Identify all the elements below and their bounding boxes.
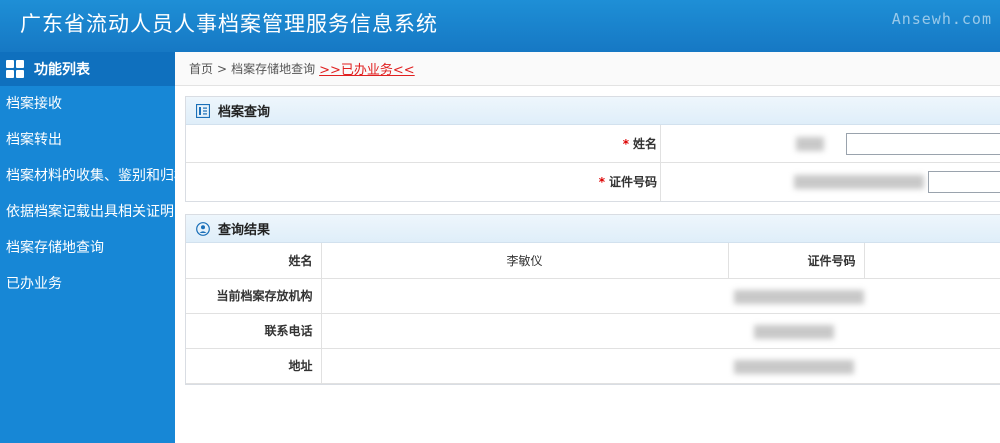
redacted-org <box>733 289 864 304</box>
breadcrumb-current-link[interactable]: >>已办业务<< <box>319 59 415 78</box>
sidebar: 功能列表 档案接收 档案转出 档案材料的收集、鉴别和归档 依据档案记载出具相关证… <box>0 52 175 443</box>
name-row: * 姓名 <box>186 125 1000 163</box>
id-row: * 证件号码 <box>186 163 1000 201</box>
result-panel-header: 查询结果 <box>186 215 1000 243</box>
result-org-label: 当前档案存放机构 <box>186 278 322 314</box>
table-row: 姓名 李敏仪 证件号码 <box>186 243 1000 279</box>
query-panel-header: 档案查询 <box>186 97 1000 125</box>
sidebar-item-archive-materials[interactable]: 档案材料的收集、鉴别和归档 <box>0 158 175 194</box>
id-label: * 证件号码 <box>598 175 657 189</box>
name-field[interactable] <box>846 133 1000 155</box>
table-row: 地址 <box>186 348 1000 384</box>
result-org-value <box>321 278 1000 314</box>
table-row: 联系电话 <box>186 313 1000 349</box>
app-header: 广东省流动人员人事档案管理服务信息系统 Ansewh.com <box>0 0 1000 52</box>
result-panel-title: 查询结果 <box>218 223 271 238</box>
query-panel-title: 档案查询 <box>218 105 271 120</box>
grid-icon <box>6 60 24 78</box>
sidebar-item-archive-receive[interactable]: 档案接收 <box>0 86 175 122</box>
app-title: 广东省流动人员人事档案管理服务信息系统 <box>20 12 438 36</box>
result-address-label: 地址 <box>186 348 322 384</box>
redacted-phone <box>753 324 834 339</box>
required-mark: * <box>622 137 629 151</box>
result-panel: 查询结果 姓名 李敏仪 证件号码 当前档案存放机构 联系电话 地址 <box>185 214 1000 385</box>
table-row: 当前档案存放机构 <box>186 278 1000 314</box>
result-phone-label: 联系电话 <box>186 313 322 349</box>
sidebar-heading: 功能列表 <box>0 52 175 86</box>
breadcrumb-separator: > <box>217 61 228 76</box>
sidebar-item-archive-transfer[interactable]: 档案转出 <box>0 122 175 158</box>
redacted-address <box>733 359 854 374</box>
sidebar-item-certificate[interactable]: 依据档案记载出具相关证明 <box>0 194 175 230</box>
breadcrumb: 首页 > 档案存储地查询 >>已办业务<< <box>175 52 1000 86</box>
result-id-label: 证件号码 <box>728 243 865 279</box>
result-id-value <box>864 243 1000 279</box>
result-phone-value <box>321 313 1000 349</box>
query-panel: 档案查询 * 姓名 * 证件号码 <box>185 96 1000 202</box>
name-label: * 姓名 <box>622 137 657 151</box>
breadcrumb-page: 档案存储地查询 <box>231 62 316 76</box>
sidebar-heading-label: 功能列表 <box>34 62 90 78</box>
result-name-value: 李敏仪 <box>321 243 729 279</box>
required-mark: * <box>598 175 605 189</box>
watermark: Ansewh.com <box>891 10 992 28</box>
sidebar-item-storage-query[interactable]: 档案存储地查询 <box>0 230 175 266</box>
id-field[interactable] <box>928 171 1000 193</box>
breadcrumb-home[interactable]: 首页 <box>189 60 213 77</box>
main-content: 首页 > 档案存储地查询 >>已办业务<< 档案查询 * 姓名 * 证件号码 查… <box>175 52 1000 443</box>
list-icon <box>196 103 210 118</box>
result-name-label: 姓名 <box>186 243 322 279</box>
result-address-value <box>321 348 1000 384</box>
redacted-id <box>794 175 924 189</box>
redacted-name <box>796 137 824 151</box>
sidebar-item-completed[interactable]: 已办业务 <box>0 266 175 302</box>
user-circle-icon <box>196 221 210 236</box>
result-table: 姓名 李敏仪 证件号码 当前档案存放机构 联系电话 地址 <box>186 243 1000 384</box>
